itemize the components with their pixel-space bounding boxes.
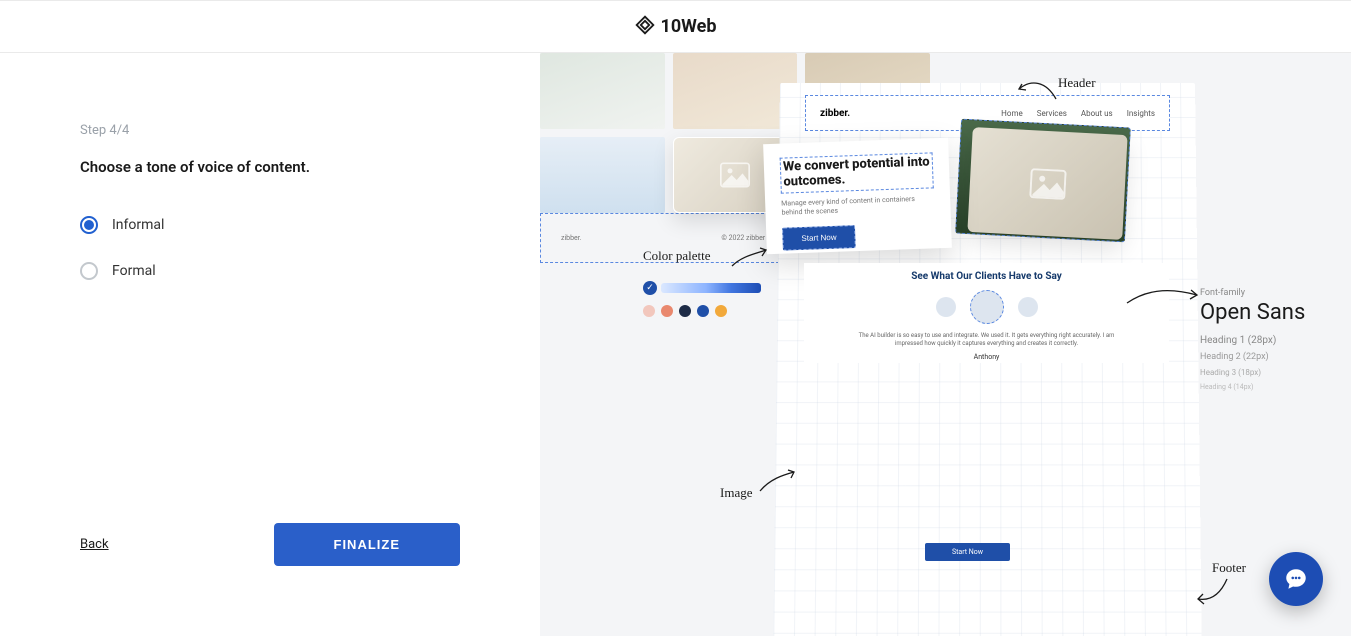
preview-testimonial-name: Anthony bbox=[804, 353, 1169, 361]
palette-dot bbox=[679, 305, 691, 317]
palette-gradient bbox=[661, 283, 761, 293]
arrow-icon bbox=[1125, 285, 1200, 310]
preview-footer-copy: © 2022 zibber bbox=[721, 234, 765, 242]
arrow-icon bbox=[1016, 71, 1061, 101]
brand-name: 10Web bbox=[661, 16, 717, 37]
nav-item: Insights bbox=[1127, 109, 1155, 118]
font-family-name: Open Sans bbox=[1200, 300, 1305, 325]
page-heading: Choose a tone of voice of content. bbox=[80, 158, 460, 176]
nav-item: About us bbox=[1081, 109, 1113, 118]
preview-panel: zibber. Home Services About us Insights … bbox=[540, 53, 1351, 636]
font-panel: Font-family Open Sans Heading 1 (28px) H… bbox=[1200, 288, 1305, 391]
avatar bbox=[1018, 297, 1038, 317]
check-icon: ✓ bbox=[643, 281, 657, 295]
preview-header-brand: zibber. bbox=[820, 108, 850, 119]
radio-icon bbox=[80, 262, 98, 280]
finalize-button[interactable]: FINALIZE bbox=[274, 523, 461, 566]
annotation-color-palette: Color palette bbox=[643, 248, 711, 264]
image-placeholder-icon bbox=[1029, 168, 1067, 200]
arrow-icon bbox=[730, 246, 770, 271]
palette-dot bbox=[697, 305, 709, 317]
palette-dot bbox=[661, 305, 673, 317]
font-heading-sample: Heading 1 (28px) bbox=[1200, 335, 1305, 346]
brand-logo-icon bbox=[635, 15, 655, 39]
preview-bottom-cta: Start Now bbox=[925, 543, 1010, 561]
preview-testimonials: See What Our Clients Have to Say The AI … bbox=[804, 263, 1169, 363]
avatar bbox=[970, 290, 1004, 324]
gallery-image bbox=[540, 53, 665, 129]
font-family-label: Font-family bbox=[1200, 288, 1305, 298]
option-informal-label: Informal bbox=[112, 217, 164, 233]
chat-icon bbox=[1283, 566, 1309, 592]
chat-button[interactable] bbox=[1269, 552, 1323, 606]
preview-hero-image bbox=[967, 127, 1127, 240]
palette-dots bbox=[643, 305, 761, 317]
annotation-image: Image bbox=[720, 485, 752, 501]
gallery-image bbox=[540, 137, 665, 213]
nav-item: Home bbox=[1001, 109, 1023, 118]
preview-hero-subtitle: Manage every kind of content in containe… bbox=[781, 194, 935, 218]
left-panel: Step 4/4 Choose a tone of voice of conte… bbox=[0, 53, 540, 636]
option-formal[interactable]: Formal bbox=[80, 262, 460, 280]
preview-header-nav: Home Services About us Insights bbox=[1001, 109, 1155, 118]
preview-testimonial-text: The AI builder is so easy to use and int… bbox=[804, 332, 1169, 349]
annotation-footer: Footer bbox=[1212, 560, 1246, 576]
option-informal[interactable]: Informal bbox=[80, 216, 460, 234]
arrow-icon bbox=[1195, 577, 1230, 607]
annotation-header: Header bbox=[1058, 75, 1096, 91]
nav-item: Services bbox=[1037, 109, 1067, 118]
step-indicator: Step 4/4 bbox=[80, 123, 460, 138]
avatar bbox=[936, 297, 956, 317]
palette-dot bbox=[715, 305, 727, 317]
option-formal-label: Formal bbox=[112, 263, 156, 279]
radio-icon bbox=[80, 216, 98, 234]
preview-footer-brand: zibber. bbox=[561, 234, 582, 242]
image-placeholder-icon bbox=[720, 162, 750, 188]
palette-block: ✓ bbox=[643, 281, 761, 317]
top-bar: 10Web bbox=[0, 0, 1351, 53]
preview-hero-title: We convert potential into outcomes. bbox=[780, 152, 934, 193]
brand-logo: 10Web bbox=[635, 15, 717, 39]
preview-hero-cta: Start Now bbox=[782, 225, 856, 251]
preview-hero-card: We convert potential into outcomes. Mana… bbox=[763, 138, 952, 254]
preview-testimonials-title: See What Our Clients Have to Say bbox=[804, 271, 1169, 282]
font-heading-sample: Heading 2 (22px) bbox=[1200, 352, 1305, 362]
font-heading-sample: Heading 4 (14px) bbox=[1200, 383, 1305, 391]
font-heading-sample: Heading 3 (18px) bbox=[1200, 368, 1305, 377]
arrow-icon bbox=[758, 469, 798, 494]
palette-dot bbox=[643, 305, 655, 317]
back-link[interactable]: Back bbox=[80, 537, 109, 552]
